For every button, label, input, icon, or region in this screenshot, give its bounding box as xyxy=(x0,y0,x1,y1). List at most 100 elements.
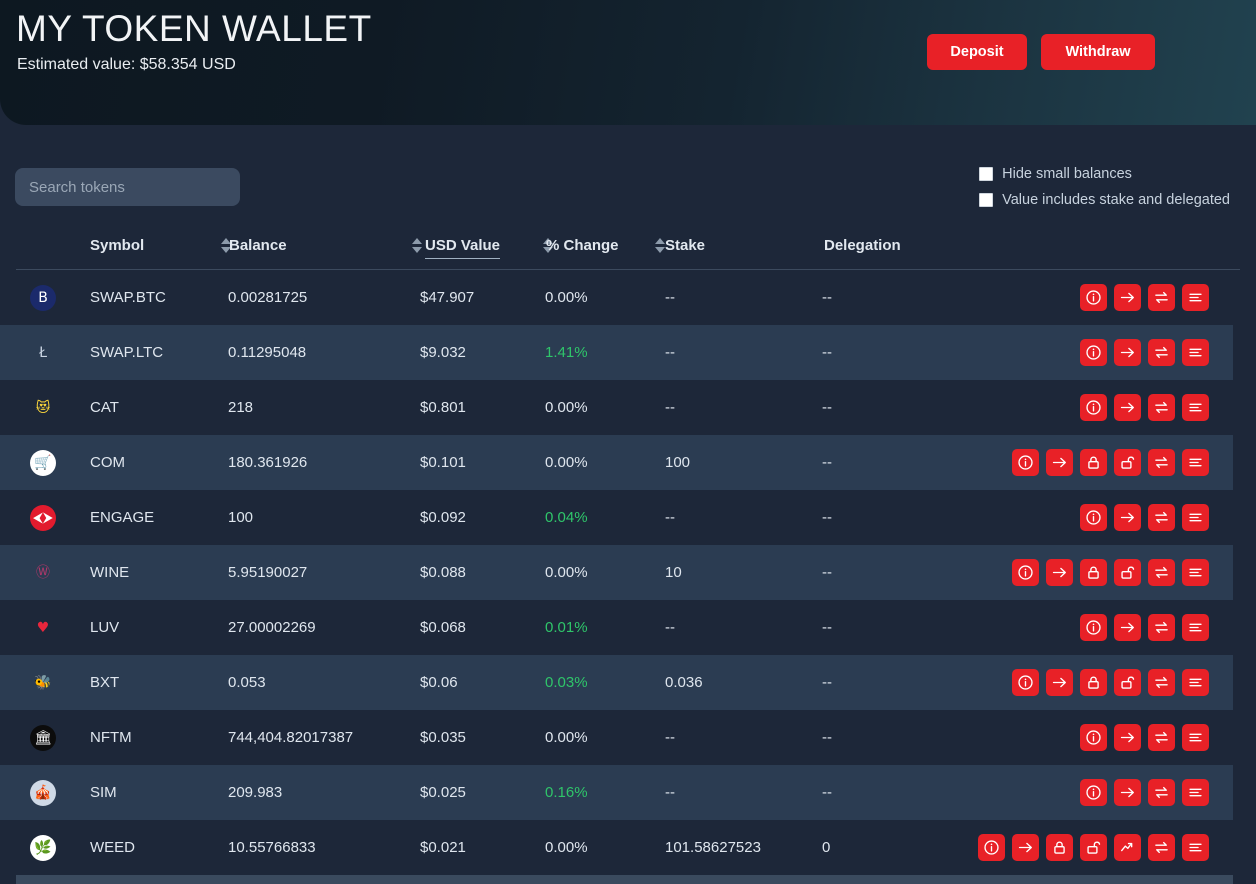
list-icon[interactable] xyxy=(1182,559,1209,586)
column-header-balance[interactable]: Balance xyxy=(229,235,287,257)
column-header-usd-value[interactable]: USD Value xyxy=(425,235,501,259)
search-input[interactable] xyxy=(15,168,240,206)
list-icon[interactable] xyxy=(1182,724,1209,751)
info-icon[interactable] xyxy=(1080,394,1107,421)
unlock-icon[interactable] xyxy=(1114,559,1141,586)
send-icon[interactable] xyxy=(1046,559,1073,586)
swap-icon[interactable] xyxy=(1148,779,1175,806)
list-icon[interactable] xyxy=(1182,394,1209,421)
send-icon[interactable] xyxy=(1046,449,1073,476)
table-row[interactable]: Ł SWAP.LTC 0.11295048 $9.032 1.41% -- -- xyxy=(0,325,1233,380)
unlock-icon[interactable] xyxy=(1080,834,1107,861)
info-icon[interactable] xyxy=(1012,559,1039,586)
row-actions xyxy=(1080,779,1209,806)
swap-icon[interactable] xyxy=(1148,449,1175,476)
list-icon[interactable] xyxy=(1182,669,1209,696)
table-body: B SWAP.BTC 0.00281725 $47.907 0.00% -- -- Ł SWAP… xyxy=(0,270,1256,875)
lock-icon[interactable] xyxy=(1046,834,1073,861)
table-row[interactable]: 🛒 COM 180.361926 $0.101 0.00% 100 -- xyxy=(0,435,1233,490)
cell-delegation: -- xyxy=(822,289,832,306)
cell-pct-change: 0.03% xyxy=(545,674,588,691)
info-icon[interactable] xyxy=(1080,724,1107,751)
row-actions xyxy=(1080,504,1209,531)
cell-stake: -- xyxy=(665,289,675,306)
column-header-symbol[interactable]: Symbol xyxy=(90,235,144,257)
list-icon[interactable] xyxy=(1182,614,1209,641)
token-logo-swap-ltc: Ł xyxy=(39,344,47,361)
value-includes-stake-checkbox[interactable] xyxy=(979,193,994,207)
table-row[interactable]: B SWAP.BTC 0.00281725 $47.907 0.00% -- -- xyxy=(0,270,1256,325)
cell-usd-value: $0.801 xyxy=(420,399,466,416)
swap-icon[interactable] xyxy=(1148,614,1175,641)
send-icon[interactable] xyxy=(1012,834,1039,861)
table-row[interactable]: 😻 CAT 218 $0.801 0.00% -- -- xyxy=(0,380,1256,435)
sort-icon-balance[interactable] xyxy=(412,237,422,255)
info-icon[interactable] xyxy=(1080,614,1107,641)
swap-icon[interactable] xyxy=(1148,284,1175,311)
list-icon[interactable] xyxy=(1182,834,1209,861)
table-row[interactable]: ⮜⮞ ENGAGE 100 $0.092 0.04% -- -- xyxy=(0,490,1256,545)
cell-stake: -- xyxy=(665,509,675,526)
cell-pct-change: 0.00% xyxy=(545,729,588,746)
swap-icon[interactable] xyxy=(1148,834,1175,861)
unlock-icon[interactable] xyxy=(1114,449,1141,476)
row-actions xyxy=(1012,449,1209,476)
table-row[interactable]: 🌿 WEED 10.55766833 $0.021 0.00% 101.58627523 0 xyxy=(0,820,1256,875)
cell-balance: 100 xyxy=(228,509,254,526)
send-icon[interactable] xyxy=(1114,284,1141,311)
table-row[interactable]: ♥ LUV 27.00002269 $0.068 0.01% -- -- xyxy=(0,600,1256,655)
cell-balance: 180.361926 xyxy=(228,454,308,471)
info-icon[interactable] xyxy=(978,834,1005,861)
value-includes-stake-row[interactable]: Value includes stake and delegated xyxy=(979,192,1230,208)
column-header-pct-change[interactable]: % Change xyxy=(546,235,619,257)
table-row[interactable]: 🐝 BXT 0.053 $0.06 0.03% 0.036 -- xyxy=(0,655,1233,710)
send-icon[interactable] xyxy=(1046,669,1073,696)
row-actions xyxy=(1012,669,1209,696)
list-icon[interactable] xyxy=(1182,504,1209,531)
lock-icon[interactable] xyxy=(1080,449,1107,476)
table-row[interactable]: 🏛 NFTM 744,404.82017387 $0.035 0.00% -- -- xyxy=(0,710,1256,765)
info-icon[interactable] xyxy=(1080,284,1107,311)
swap-icon[interactable] xyxy=(1148,504,1175,531)
swap-icon[interactable] xyxy=(1148,669,1175,696)
cell-pct-change: 0.00% xyxy=(545,839,588,856)
list-icon[interactable] xyxy=(1182,284,1209,311)
send-icon[interactable] xyxy=(1114,779,1141,806)
info-icon[interactable] xyxy=(1080,779,1107,806)
info-icon[interactable] xyxy=(1012,669,1039,696)
deposit-button[interactable]: Deposit xyxy=(927,34,1027,70)
info-icon[interactable] xyxy=(1012,449,1039,476)
cell-symbol: WEED xyxy=(90,839,135,856)
swap-icon[interactable] xyxy=(1148,724,1175,751)
sort-icon-pct-change[interactable] xyxy=(655,237,665,255)
send-icon[interactable] xyxy=(1114,394,1141,421)
lock-icon[interactable] xyxy=(1080,559,1107,586)
send-icon[interactable] xyxy=(1114,724,1141,751)
swap-icon[interactable] xyxy=(1148,394,1175,421)
info-icon[interactable] xyxy=(1080,339,1107,366)
list-icon[interactable] xyxy=(1182,339,1209,366)
swap-icon[interactable] xyxy=(1148,559,1175,586)
unlock-icon[interactable] xyxy=(1114,669,1141,696)
header-actions: Deposit Withdraw xyxy=(927,34,1155,70)
table-row[interactable]: Ⓦ WINE 5.95190027 $0.088 0.00% 10 -- xyxy=(0,545,1233,600)
table-row[interactable]: 🎪 SIM 209.983 $0.025 0.16% -- -- xyxy=(0,765,1233,820)
list-icon[interactable] xyxy=(1182,779,1209,806)
cell-stake: 100 xyxy=(665,454,691,471)
hide-small-balances-row[interactable]: Hide small balances xyxy=(979,166,1230,182)
hide-small-balances-checkbox[interactable] xyxy=(979,167,994,181)
row-actions xyxy=(1012,559,1209,586)
trend-icon[interactable] xyxy=(1114,834,1141,861)
list-icon[interactable] xyxy=(1182,449,1209,476)
token-logo-weed: 🌿 xyxy=(30,834,56,861)
send-icon[interactable] xyxy=(1114,504,1141,531)
cell-stake: -- xyxy=(665,784,675,801)
lock-icon[interactable] xyxy=(1080,669,1107,696)
info-icon[interactable] xyxy=(1080,504,1107,531)
send-icon[interactable] xyxy=(1114,339,1141,366)
cell-pct-change: 0.04% xyxy=(545,509,588,526)
cell-symbol: SIM xyxy=(90,784,117,801)
withdraw-button[interactable]: Withdraw xyxy=(1041,34,1155,70)
send-icon[interactable] xyxy=(1114,614,1141,641)
swap-icon[interactable] xyxy=(1148,339,1175,366)
